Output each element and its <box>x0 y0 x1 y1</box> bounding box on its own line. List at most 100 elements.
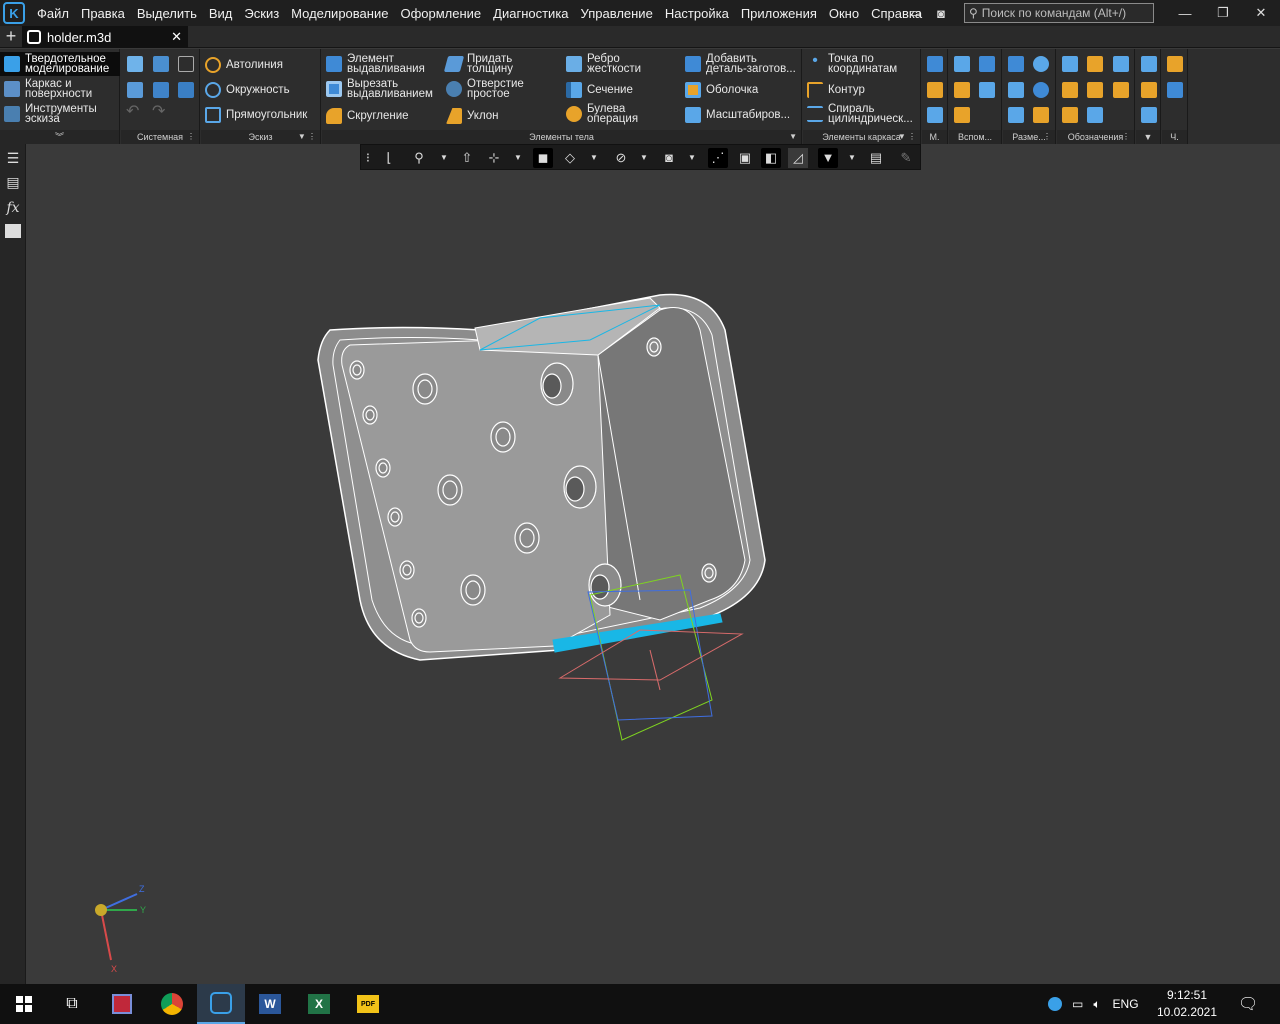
monitor-icon[interactable]: ▭ <box>1072 997 1083 1011</box>
spec-icon[interactable] <box>1167 56 1183 72</box>
taskbar-word[interactable]: W <box>246 984 294 1024</box>
contour-button[interactable]: Контур <box>807 82 865 98</box>
group-more-icon[interactable]: ⋮ <box>1122 130 1130 144</box>
mode-collapse[interactable]: ︾ <box>0 130 119 144</box>
notifications-icon[interactable]: 🗨︎ <box>1238 984 1258 1024</box>
group-more-icon[interactable]: ⋮ <box>187 130 195 144</box>
boolean-button[interactable]: Булева операция <box>566 103 638 125</box>
section-view-icon[interactable]: ▣ <box>735 148 755 168</box>
hole-button[interactable]: Отверстие простое <box>446 78 524 100</box>
filter-dropdown-icon[interactable]: ▼ <box>847 148 857 168</box>
menu-modeling[interactable]: Моделирование <box>285 6 394 21</box>
autoline-button[interactable]: Автолиния <box>205 57 283 73</box>
offset-plane-icon[interactable] <box>954 82 970 98</box>
close-window-button[interactable]: ✕ <box>1242 0 1280 26</box>
mode-solid-modeling[interactable]: Твердотельное моделирование <box>0 52 120 76</box>
menu-apps[interactable]: Приложения <box>735 6 823 21</box>
helix-button[interactable]: Спираль цилиндрическ... <box>807 103 913 125</box>
toolbar-grip-icon[interactable]: ⁝ <box>363 148 373 168</box>
preview-icon[interactable] <box>153 82 169 98</box>
plane-icon[interactable] <box>954 56 970 72</box>
save-icon[interactable] <box>178 56 194 72</box>
menu-file[interactable]: Файл <box>31 6 75 21</box>
group-more-icon[interactable]: ▼ ⋮ <box>298 130 316 144</box>
mirror-icon[interactable] <box>927 82 943 98</box>
thicken-button[interactable]: Придать толщину <box>443 53 513 75</box>
hide-dropdown-icon[interactable]: ▼ <box>639 148 649 168</box>
pipette-icon[interactable]: ✎ <box>896 148 916 168</box>
line-icon[interactable] <box>954 107 970 123</box>
properties-toggle-icon[interactable]: ▤ <box>866 148 886 168</box>
menu-layout[interactable]: Оформление <box>394 6 487 21</box>
group-more-icon[interactable]: ▼ <box>789 130 797 144</box>
filter-icon[interactable]: ▼ <box>818 148 838 168</box>
layout-icon[interactable]: ▭ <box>902 0 928 26</box>
auto-dim-icon[interactable] <box>1033 107 1049 123</box>
properties-icon[interactable]: ▤ <box>5 174 21 190</box>
start-button[interactable] <box>0 984 48 1024</box>
document-tab[interactable]: holder.m3d ✕ <box>22 26 188 48</box>
help-icon[interactable] <box>1141 56 1157 72</box>
menu-manage[interactable]: Управление <box>575 6 659 21</box>
save-all-icon[interactable] <box>178 82 194 98</box>
menu-settings[interactable]: Настройка <box>659 6 735 21</box>
roughness-icon[interactable] <box>1087 56 1103 72</box>
display-dropdown-icon[interactable]: ▼ <box>589 148 599 168</box>
scale-button[interactable]: Масштабиров... <box>685 107 790 123</box>
redo-icon[interactable]: ↷ <box>152 104 165 120</box>
weld-icon[interactable] <box>1062 107 1078 123</box>
rib-button[interactable]: Ребро жесткости <box>566 53 641 75</box>
dim-icon[interactable] <box>1008 107 1024 123</box>
task-view-button[interactable]: ⧉ <box>48 984 96 1024</box>
volume-icon[interactable]: 🔈︎ <box>1093 997 1100 1012</box>
move-icon[interactable]: ⇧ <box>457 148 477 168</box>
new-document-icon[interactable] <box>127 56 143 72</box>
point-by-coords-button[interactable]: • Точка по координатам <box>807 53 897 75</box>
variables-icon[interactable]: fx <box>5 200 21 216</box>
orient-dropdown-icon[interactable]: ▼ <box>513 148 523 168</box>
section-button[interactable]: Сечение <box>566 82 633 98</box>
model-tree-icon[interactable]: ☰ <box>5 150 21 166</box>
draft-button[interactable]: Уклон <box>446 108 499 124</box>
text-icon[interactable] <box>1087 107 1103 123</box>
zoom-dropdown-icon[interactable]: ▼ <box>439 148 449 168</box>
clock[interactable]: 9:12:51 10.02.2021 <box>1152 987 1222 1021</box>
mark-icon[interactable] <box>1113 56 1129 72</box>
cut-extrude-button[interactable]: Вырезать выдавливанием <box>326 78 433 100</box>
extrude-button[interactable]: Элемент выдавливания <box>326 53 425 75</box>
network-status-icon[interactable] <box>1048 997 1062 1011</box>
screenshot-icon[interactable]: ◙ <box>928 0 954 26</box>
group-more-icon[interactable]: ⋮ <box>1043 130 1051 144</box>
undo-icon[interactable]: ↶ <box>126 104 139 120</box>
new-tab-button[interactable]: + <box>2 26 20 48</box>
circle-button[interactable]: Окружность <box>205 82 290 98</box>
object-icon[interactable] <box>1141 107 1157 123</box>
coordinate-system-icon[interactable]: ⌊ <box>379 148 399 168</box>
camera-icon[interactable]: ◙ <box>659 148 679 168</box>
menu-edit[interactable]: Правка <box>75 6 131 21</box>
shell-button[interactable]: Оболочка <box>685 82 758 98</box>
menu-diagnostics[interactable]: Диагностика <box>487 6 574 21</box>
mode-sketch-tools[interactable]: Инструменты эскиза <box>0 102 120 126</box>
menu-select[interactable]: Выделить <box>131 6 203 21</box>
perspective-icon[interactable]: ◧ <box>761 148 781 168</box>
camera-dropdown-icon[interactable]: ▼ <box>687 148 697 168</box>
copy-icon[interactable] <box>927 107 943 123</box>
mode-wireframe-surfaces[interactable]: Каркас и поверхности <box>0 77 120 101</box>
wireframe-view-icon[interactable]: ◇ <box>560 148 580 168</box>
language-indicator[interactable]: ENG <box>1113 997 1139 1011</box>
hide-icon[interactable]: ⊘ <box>611 148 631 168</box>
tolerance-icon[interactable] <box>1087 82 1103 98</box>
menu-view[interactable]: Вид <box>203 6 239 21</box>
add-part-button[interactable]: Добавить деталь-заготов... <box>685 53 796 75</box>
menu-window[interactable]: Окно <box>823 6 865 21</box>
open-folder-icon[interactable] <box>153 56 169 72</box>
array-icon[interactable] <box>927 56 943 72</box>
taskbar-chrome[interactable] <box>148 984 196 1024</box>
leader-icon[interactable] <box>1062 56 1078 72</box>
zoom-icon[interactable]: ⚲ <box>409 148 429 168</box>
angle-dim-icon[interactable] <box>1008 82 1024 98</box>
restore-button[interactable]: ❐ <box>1204 0 1242 26</box>
position-icon[interactable] <box>1113 82 1129 98</box>
cs-icon[interactable] <box>979 82 995 98</box>
